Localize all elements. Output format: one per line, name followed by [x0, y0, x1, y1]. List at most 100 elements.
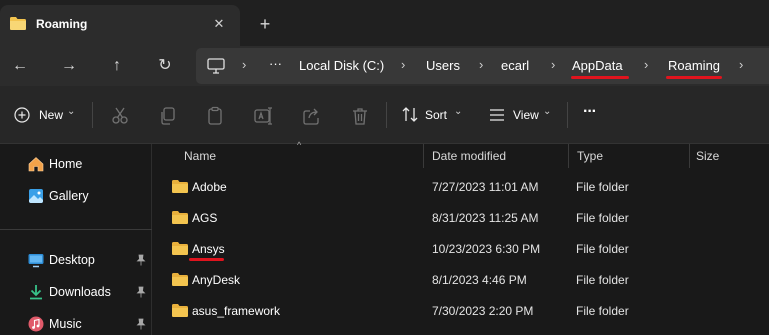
breadcrumb-separator[interactable]: ›: [644, 57, 648, 72]
chevron-down-icon: ⌄: [67, 106, 76, 117]
copy-icon[interactable]: [158, 106, 178, 126]
tab-title: Roaming: [36, 17, 88, 31]
sidebar-item-music[interactable]: Music: [0, 310, 152, 335]
column-divider[interactable]: [568, 144, 569, 168]
address-bar[interactable]: › ··· Local Disk (C:) › Users › ecarl › …: [196, 48, 769, 84]
file-date: 8/31/2023 11:25 AM: [432, 211, 539, 225]
sidebar-item-label: Gallery: [49, 189, 89, 203]
table-row[interactable]: AnyDesk 8/1/2023 4:46 PM File folder: [152, 265, 769, 296]
folder-icon: [172, 304, 188, 317]
plus-circle-icon: [14, 107, 30, 123]
sidebar-item-desktop[interactable]: Desktop: [0, 246, 152, 274]
breadcrumb-separator[interactable]: ›: [242, 57, 246, 72]
file-date: 10/23/2023 6:30 PM: [432, 242, 541, 256]
highlight-underline: [189, 258, 224, 261]
chevron-down-icon: ⌄: [543, 106, 552, 117]
file-type: File folder: [576, 273, 629, 287]
computer-icon: [207, 58, 225, 74]
folder-icon: [172, 211, 188, 224]
new-tab-button[interactable]: +: [255, 14, 275, 34]
column-header-name[interactable]: Name: [184, 144, 216, 172]
chevron-down-icon: ⌄: [454, 106, 463, 117]
paste-icon[interactable]: [205, 106, 225, 126]
toolbar-divider: [567, 102, 568, 128]
command-bar: New ⌄ Sort ⌄ View ⌄ ···: [0, 86, 769, 144]
file-name: Adobe: [192, 180, 227, 194]
breadcrumb-ecarl[interactable]: ecarl: [501, 58, 529, 73]
file-name: Ansys: [192, 242, 225, 256]
breadcrumb-local-disk[interactable]: Local Disk (C:): [299, 58, 384, 73]
column-header-size[interactable]: Size: [696, 144, 719, 172]
pin-icon[interactable]: [135, 318, 147, 330]
file-type: File folder: [576, 180, 629, 194]
toolbar-divider: [386, 102, 387, 128]
rename-icon[interactable]: [253, 106, 273, 126]
file-list: ^ Name Date modified Type Size Adobe 7/2…: [152, 140, 769, 335]
sidebar-item-label: Home: [49, 157, 83, 171]
cut-icon[interactable]: [110, 106, 130, 126]
forward-button[interactable]: →: [57, 54, 81, 78]
table-row[interactable]: AGS 8/31/2023 11:25 AM File folder: [152, 203, 769, 234]
sidebar-divider: [0, 229, 152, 230]
sort-icon: [402, 107, 418, 122]
breadcrumb-separator[interactable]: ›: [401, 57, 405, 72]
breadcrumb-overflow[interactable]: ···: [269, 56, 282, 71]
up-button[interactable]: ↑: [105, 54, 129, 78]
column-header-date-modified[interactable]: Date modified: [432, 144, 506, 172]
navigation-pane: Home Gallery Desktop Downloads Music: [0, 144, 152, 335]
table-row[interactable]: Adobe 7/27/2023 11:01 AM File folder: [152, 172, 769, 203]
file-name: AnyDesk: [192, 273, 241, 287]
breadcrumb-roaming[interactable]: Roaming: [668, 58, 720, 73]
close-tab-button[interactable]: ✕: [210, 15, 228, 33]
breadcrumb-separator[interactable]: ›: [739, 57, 743, 72]
breadcrumb-users[interactable]: Users: [426, 58, 460, 73]
column-header-type[interactable]: Type: [577, 144, 603, 172]
file-date: 8/1/2023 4:46 PM: [432, 273, 527, 287]
table-row[interactable]: asus_framework 7/30/2023 2:20 PM File fo…: [152, 296, 769, 327]
highlight-underline: [666, 76, 722, 79]
file-name: AGS: [192, 211, 218, 225]
file-type: File folder: [576, 304, 629, 318]
view-icon: [490, 109, 504, 121]
breadcrumb-separator[interactable]: ›: [479, 57, 483, 72]
folder-icon: [172, 180, 188, 193]
sidebar-item-label: Desktop: [49, 253, 95, 267]
breadcrumb-separator[interactable]: ›: [551, 57, 555, 72]
tab-roaming[interactable]: Roaming ✕: [0, 5, 240, 46]
sort-label: Sort: [425, 108, 448, 122]
pin-icon[interactable]: [135, 254, 147, 266]
new-label: New: [39, 108, 64, 122]
pin-icon[interactable]: [135, 286, 147, 298]
file-name: asus_framework: [192, 304, 281, 318]
folder-icon: [172, 273, 188, 286]
file-type: File folder: [576, 242, 629, 256]
more-options-button[interactable]: ···: [583, 101, 597, 123]
folder-icon: [10, 17, 26, 30]
sidebar-item-home[interactable]: Home: [0, 150, 152, 178]
sidebar-item-gallery[interactable]: Gallery: [0, 182, 152, 210]
back-button[interactable]: ←: [8, 54, 32, 78]
file-type: File folder: [576, 211, 629, 225]
delete-icon[interactable]: [350, 106, 370, 126]
refresh-button[interactable]: ↻: [153, 54, 177, 78]
view-label: View: [513, 108, 539, 122]
downloads-icon: [30, 285, 42, 300]
folder-icon: [172, 242, 188, 255]
breadcrumb-appdata[interactable]: AppData: [572, 58, 623, 73]
table-row[interactable]: Ansys 10/23/2023 6:30 PM File folder: [152, 234, 769, 265]
column-divider[interactable]: [423, 144, 424, 168]
share-icon[interactable]: [302, 106, 322, 126]
sidebar-item-label: Downloads: [49, 285, 111, 299]
sidebar-item-downloads[interactable]: Downloads: [0, 278, 152, 306]
music-icon: [28, 316, 44, 332]
navigation-bar: ← → ↑ ↻ › ··· Local Disk (C:) › Users › …: [0, 46, 769, 86]
file-date: 7/30/2023 2:20 PM: [432, 304, 534, 318]
home-icon: [28, 157, 44, 172]
toolbar-divider: [92, 102, 93, 128]
desktop-icon: [28, 254, 44, 268]
sidebar-item-label: Music: [49, 317, 82, 331]
column-divider[interactable]: [689, 144, 690, 168]
file-date: 7/27/2023 11:01 AM: [432, 180, 539, 194]
highlight-underline: [571, 76, 629, 79]
gallery-icon: [29, 189, 43, 203]
